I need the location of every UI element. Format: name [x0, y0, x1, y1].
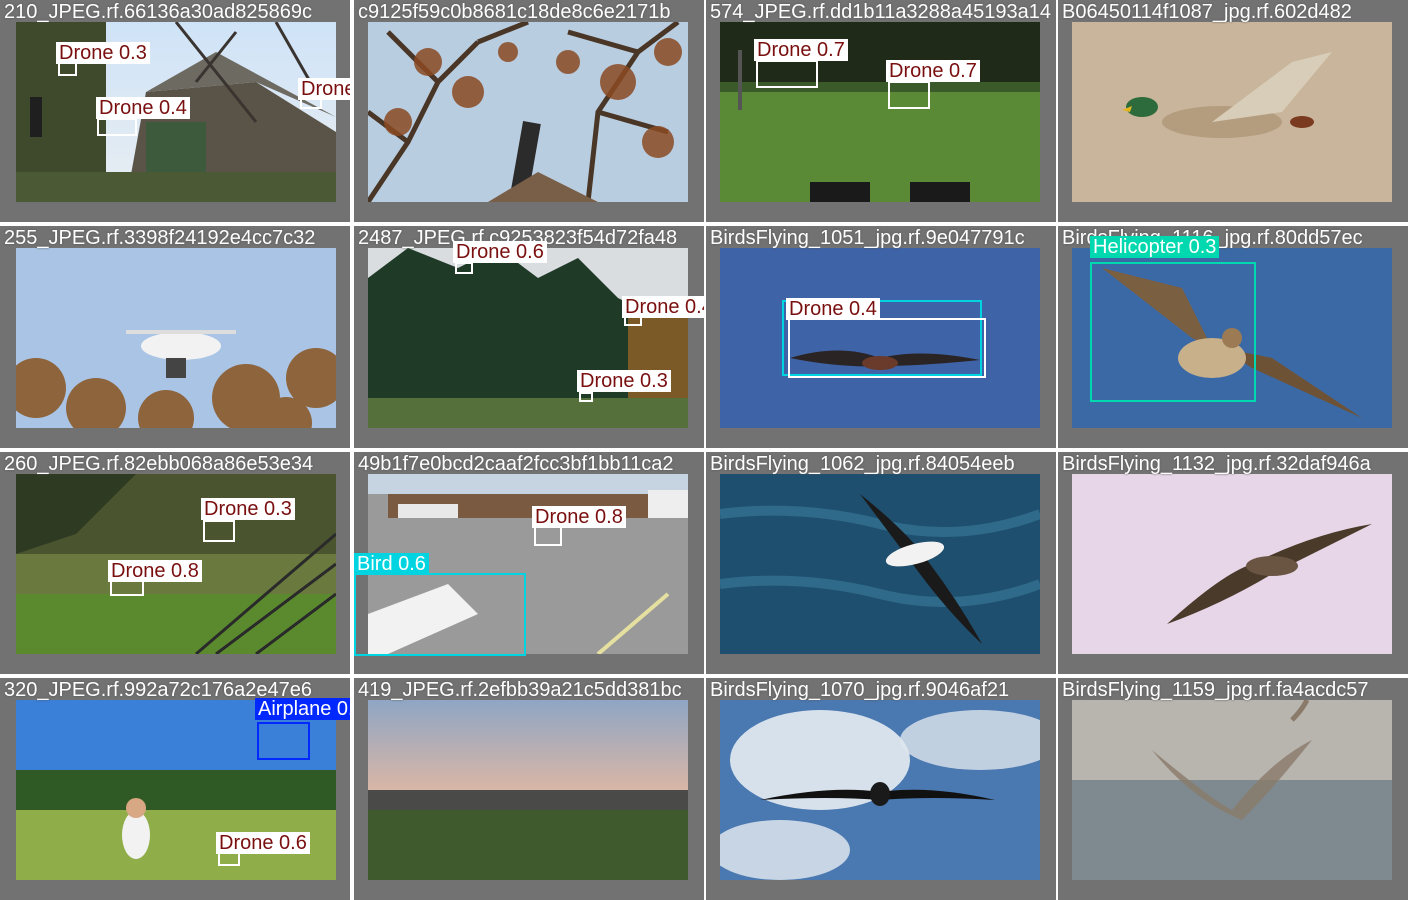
detection-label: Drone 0.3: [201, 498, 295, 520]
detection-box: [110, 580, 144, 596]
detection-box: [534, 526, 562, 546]
detection-label: Drone 0.6: [453, 241, 547, 263]
detection-label: Drone 0.4: [786, 298, 880, 320]
tile-filename: 419_JPEG.rf.2efbb39a21c5dd381bc: [358, 679, 682, 701]
detection-label: Drone 0.3: [577, 370, 671, 392]
tile-11: BirdsFlying_1062_jpg.rf.84054eeb: [706, 452, 1056, 674]
tile-12: BirdsFlying_1132_jpg.rf.32daf946a: [1058, 452, 1408, 674]
detection-label: Drone 0.4: [622, 296, 704, 318]
tile-10: 49b1f7e0bcd2caaf2fcc3bf1bb11ca2 Drone 0.…: [354, 452, 704, 674]
tile-filename: 260_JPEG.rf.82ebb068a86e53e34: [4, 453, 314, 475]
tile-filename: BirdsFlying_1070_jpg.rf.9046af21: [710, 679, 1010, 701]
tile-filename: BirdsFlying_1132_jpg.rf.32daf946a: [1062, 453, 1371, 475]
detection-box: [756, 60, 818, 88]
tile-image: [1072, 22, 1392, 202]
tile-filename: B06450114f1087_jpg.rf.602d482: [1062, 1, 1352, 23]
tile-16: BirdsFlying_1159_jpg.rf.fa4acdc57: [1058, 678, 1408, 900]
detection-label: Helicopter 0.3: [1090, 236, 1220, 258]
detection-box: [455, 262, 473, 274]
detection-label: Drone 0.7: [886, 60, 980, 82]
detection-box: [203, 520, 235, 542]
tile-image: [368, 700, 688, 880]
detection-label: Drone 0.3: [298, 78, 350, 100]
detection-label: Bird 0.6: [354, 553, 429, 575]
detection-box: [257, 722, 310, 760]
tile-1: 210_JPEG.rf.66136a30ad825869c Drone 0.3 …: [0, 0, 350, 222]
detection-box: [97, 118, 137, 136]
detection-box: [354, 573, 526, 656]
tile-filename: BirdsFlying_1062_jpg.rf.84054eeb: [710, 453, 1015, 475]
tile-image: [1072, 700, 1392, 880]
tile-3: 574_JPEG.rf.dd1b11a3288a45193a14 Drone 0…: [706, 0, 1056, 222]
detection-label: Drone 0.8: [532, 506, 626, 528]
tile-5: 255_JPEG.rf.3398f24192e4cc7c32: [0, 226, 350, 448]
detection-label: Drone 0.6: [216, 832, 310, 854]
detection-box: [1090, 262, 1256, 402]
tile-image: [16, 248, 336, 428]
tile-15: BirdsFlying_1070_jpg.rf.9046af21: [706, 678, 1056, 900]
tile-9: 260_JPEG.rf.82ebb068a86e53e34 Drone 0.3 …: [0, 452, 350, 674]
tile-filename: BirdsFlying_1051_jpg.rf.9e047791c: [710, 227, 1025, 249]
tile-13: 320_JPEG.rf.992a72c176a2e47e6 Airplane 0…: [0, 678, 350, 900]
detection-label: Airplane 0.3: [255, 698, 350, 720]
detection-grid: 210_JPEG.rf.66136a30ad825869c Drone 0.3 …: [0, 0, 1408, 900]
tile-14: 419_JPEG.rf.2efbb39a21c5dd381bc: [354, 678, 704, 900]
tile-filename: 49b1f7e0bcd2caaf2fcc3bf1bb11ca2: [358, 453, 674, 475]
detection-box: [888, 81, 930, 109]
detection-box: [58, 62, 77, 76]
tile-2: c9125f59c0b8681c18de8c6e2171b: [354, 0, 704, 222]
detection-box: [218, 852, 240, 866]
detection-box: [579, 392, 593, 402]
tile-image: [1072, 474, 1392, 654]
detection-label: Drone 0.7: [754, 39, 848, 61]
tile-image: [368, 248, 688, 428]
detection-label: Drone 0.8: [108, 560, 202, 582]
detection-label: Drone 0.3: [56, 42, 150, 64]
tile-image: [368, 22, 688, 202]
tile-image: [720, 700, 1040, 880]
tile-8: BirdsFlying_1116_jpg.rf.80dd57ec Helicop…: [1058, 226, 1408, 448]
tile-filename: 210_JPEG.rf.66136a30ad825869c: [4, 1, 313, 23]
tile-6: 2487_JPEG.rf.c9253823f54d72fa48 Drone 0.…: [354, 226, 704, 448]
tile-7: BirdsFlying_1051_jpg.rf.9e047791c Drone …: [706, 226, 1056, 448]
detection-label: Drone 0.4: [96, 97, 190, 119]
tile-filename: 574_JPEG.rf.dd1b11a3288a45193a14: [710, 1, 1052, 23]
tile-4: B06450114f1087_jpg.rf.602d482: [1058, 0, 1408, 222]
detection-box: [788, 318, 986, 378]
tile-filename: 255_JPEG.rf.3398f24192e4cc7c32: [4, 227, 316, 249]
tile-filename: c9125f59c0b8681c18de8c6e2171b: [358, 1, 671, 23]
tile-image: [720, 474, 1040, 654]
tile-filename: BirdsFlying_1159_jpg.rf.fa4acdc57: [1062, 679, 1369, 701]
